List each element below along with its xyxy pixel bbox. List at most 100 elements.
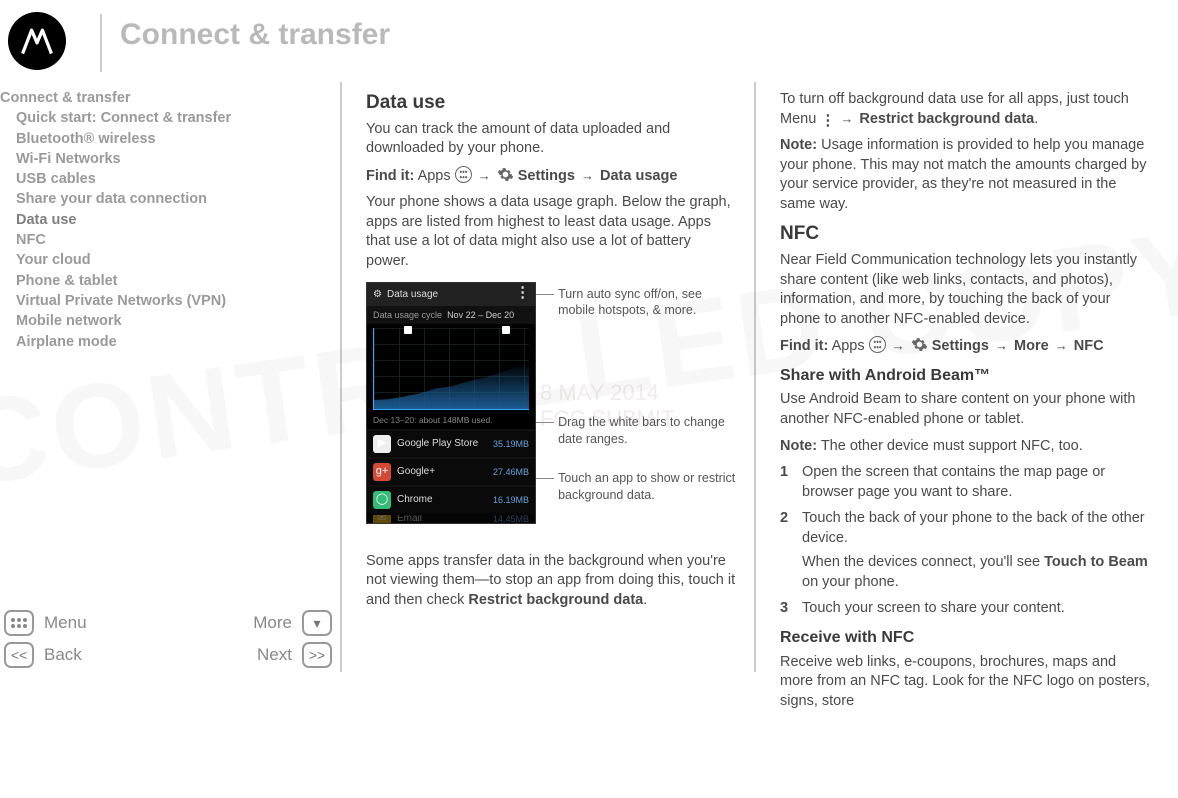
step-continuation: When the devices connect, you'll see Tou… xyxy=(802,553,1150,592)
body-text: Receive web links, e-coupons, brochures,… xyxy=(780,653,1150,712)
page-title: Connect & transfer xyxy=(120,18,390,52)
body-text-fragment: . xyxy=(1034,111,1038,127)
arrow-icon: → xyxy=(995,338,1008,353)
step-item: Touch the back of your phone to the back… xyxy=(780,509,1150,592)
subheading-receive: Receive with NFC xyxy=(780,627,1150,649)
callout-restrict: Touch an app to show or restrict backgro… xyxy=(558,470,736,504)
range-handle-right xyxy=(502,326,510,334)
callout-drag: Drag the white bars to change date range… xyxy=(558,414,736,448)
toc-item[interactable]: NFC xyxy=(0,230,330,250)
app-size: 16.19MB xyxy=(493,494,529,506)
app-size: 27.46MB xyxy=(493,466,529,478)
toc-item[interactable]: Virtual Private Networks (VPN) xyxy=(0,291,330,311)
app-row: ✉ Email 14.45MB xyxy=(367,513,535,523)
find-it-line: Find it: Apps → Settings → Data usage xyxy=(366,166,736,187)
find-it-settings: Settings xyxy=(932,338,989,354)
next-button[interactable]: Next xyxy=(168,645,302,665)
app-name: Email xyxy=(397,513,487,523)
toc-item[interactable]: Airplane mode xyxy=(0,332,330,352)
note-label: Note: xyxy=(780,137,817,153)
note-body: The other device must support NFC, too. xyxy=(817,438,1083,454)
body-text: Some apps transfer data in the backgroun… xyxy=(366,552,736,611)
cycle-value: Nov 22 – Dec 20 xyxy=(447,310,514,320)
toc-item[interactable]: Bluetooth® wireless xyxy=(0,129,330,149)
app-name: Google Play Store xyxy=(397,437,487,451)
app-icon: ▶ xyxy=(373,435,391,453)
arrow-icon: → xyxy=(892,338,905,353)
menu-button[interactable]: Menu xyxy=(34,613,168,633)
find-it-label: Find it: xyxy=(366,168,414,184)
toc-item[interactable]: Your cloud xyxy=(0,250,330,270)
note-text: Note: Usage information is provided to h… xyxy=(780,136,1150,214)
app-row: g+ Google+ 27.46MB xyxy=(367,457,535,485)
section-heading-nfc: NFC xyxy=(780,221,1150,247)
phone-screen-title: Data usage xyxy=(387,288,438,302)
usage-summary: Dec 13–20: about 148MB used. xyxy=(367,413,535,428)
app-icon: g+ xyxy=(373,463,391,481)
gear-icon xyxy=(911,336,928,353)
body-text: Use Android Beam to share content on you… xyxy=(780,390,1150,429)
cycle-label: Data usage cycle xyxy=(373,310,442,320)
phone-screenshot: ⚙ Data usage Data usage cycle Nov 22 – D… xyxy=(366,282,536,524)
note-label: Note: xyxy=(780,438,817,454)
note-body: Usage information is provided to help yo… xyxy=(780,137,1146,212)
table-of-contents: Connect & transfer Quick start: Connect … xyxy=(0,88,330,352)
toc-item[interactable]: Quick start: Connect & transfer xyxy=(0,108,330,128)
apps-icon xyxy=(869,336,886,353)
app-name: Google+ xyxy=(397,465,487,479)
step-item: Open the screen that contains the map pa… xyxy=(780,463,1150,502)
app-icon: ◯ xyxy=(373,491,391,509)
body-text: Near Field Communication technology lets… xyxy=(780,251,1150,329)
motorola-logo xyxy=(8,12,66,70)
subheading-beam: Share with Android Beam™ xyxy=(780,365,1150,387)
app-row: ◯ Chrome 16.19MB xyxy=(367,485,535,513)
find-it-line: Find it: Apps → Settings → More → NFC xyxy=(780,336,1150,357)
note-text: Note: The other device must support NFC,… xyxy=(780,437,1150,457)
find-it-apps: Apps xyxy=(832,338,865,354)
body-text: Your phone shows a data usage graph. Bel… xyxy=(366,193,736,271)
body-text: You can track the amount of data uploade… xyxy=(366,120,736,159)
find-it-target: NFC xyxy=(1074,338,1104,354)
toc-item[interactable]: USB cables xyxy=(0,169,330,189)
menu-icon[interactable] xyxy=(4,610,34,636)
overflow-menu-icon xyxy=(820,119,834,123)
find-it-more: More xyxy=(1014,338,1049,354)
more-icon[interactable]: ▾ xyxy=(302,610,332,636)
section-heading-data-use: Data use xyxy=(366,90,736,116)
app-size: 35.19MB xyxy=(493,438,529,450)
overflow-menu-icon xyxy=(515,291,529,297)
back-button[interactable]: Back xyxy=(34,645,168,665)
toc-item[interactable]: Wi-Fi Networks xyxy=(0,149,330,169)
arrow-icon: → xyxy=(1055,338,1068,353)
next-icon[interactable]: >> xyxy=(302,642,332,668)
toc-item[interactable]: Mobile network xyxy=(0,311,330,331)
body-text-fragment: . xyxy=(643,592,647,608)
toc-section[interactable]: Connect & transfer xyxy=(0,88,330,108)
range-handle-left xyxy=(404,326,412,334)
step-item: Touch your screen to share your content. xyxy=(780,599,1150,619)
toc-item[interactable]: Phone & tablet xyxy=(0,271,330,291)
app-size: 14.45MB xyxy=(493,513,529,523)
app-row: ▶ Google Play Store 35.19MB xyxy=(367,429,535,457)
column-divider-2 xyxy=(754,82,756,672)
body-text-bold: Restrict background data xyxy=(859,111,1034,127)
apps-icon xyxy=(455,166,472,183)
toc-item[interactable]: Data use xyxy=(0,210,330,230)
toc-item[interactable]: Share your data connection xyxy=(0,189,330,209)
arrow-icon: → xyxy=(840,111,853,126)
arrow-icon: → xyxy=(478,168,491,183)
settings-small-icon: ⚙ xyxy=(373,288,382,302)
arrow-icon: → xyxy=(581,168,594,183)
header-divider xyxy=(100,14,102,72)
back-icon[interactable]: << xyxy=(4,642,34,668)
app-name: Chrome xyxy=(397,493,487,507)
gear-icon xyxy=(497,166,514,183)
body-text: To turn off background data use for all … xyxy=(780,90,1150,129)
find-it-settings: Settings xyxy=(518,168,575,184)
usage-graph xyxy=(373,328,529,410)
more-button[interactable]: More xyxy=(168,613,302,633)
app-icon: ✉ xyxy=(373,513,391,523)
callout-sync: Turn auto sync off/on, see mobile hotspo… xyxy=(558,286,736,320)
find-it-apps: Apps xyxy=(418,168,451,184)
find-it-label: Find it: xyxy=(780,338,828,354)
